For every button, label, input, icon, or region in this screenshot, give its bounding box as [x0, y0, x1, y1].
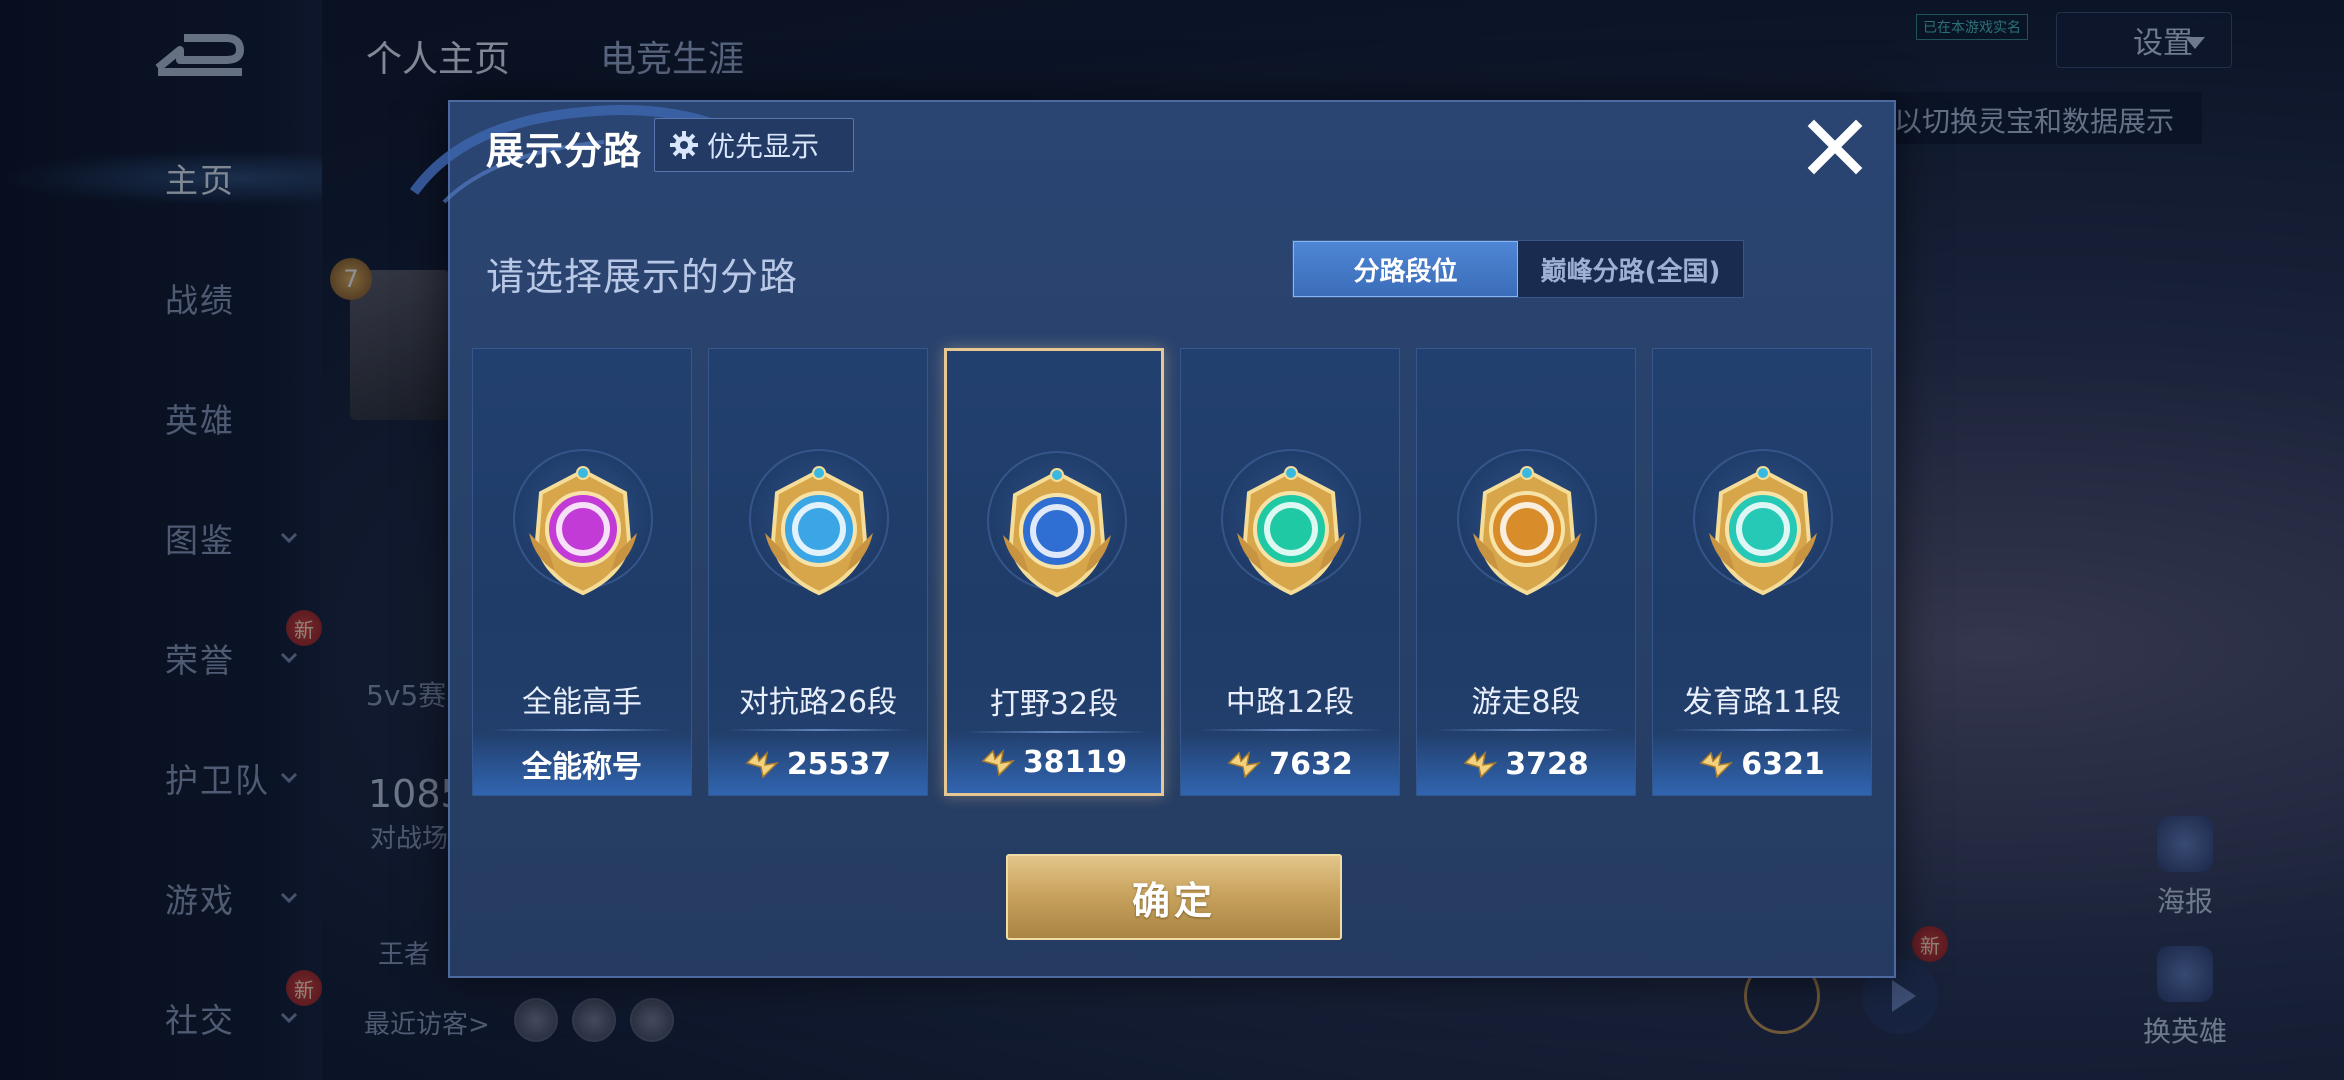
roam-emblem-icon	[1473, 466, 1581, 596]
versatile-emblem-icon	[529, 466, 637, 596]
clash-lane-emblem-icon	[765, 466, 873, 596]
farm-lane-emblem-icon	[1709, 466, 1817, 596]
segment-peak-lane-national[interactable]: 巅峰分路(全国)	[1518, 241, 1743, 297]
jungle-emblem-icon	[1003, 468, 1111, 598]
lane-score-value: 3728	[1505, 746, 1589, 782]
lane-score-value: 6321	[1741, 746, 1825, 782]
lane-name: 全能高手	[522, 685, 642, 720]
lane-display-dialog: 展示分路 优先显示 请选择展示的分路 分路段位 巅峰分路(全国) 全能高手全能称…	[409, 100, 1896, 978]
lane-card[interactable]: 打野32段 38119	[944, 348, 1164, 796]
lane-score-footer: 25537	[709, 733, 927, 795]
segment-lane-rank[interactable]: 分路段位	[1293, 241, 1518, 297]
priority-display-button[interactable]: 优先显示	[654, 118, 854, 172]
lane-card[interactable]: 中路12段 7632	[1180, 348, 1400, 796]
peak-points-icon	[981, 748, 1015, 777]
lane-card[interactable]: 游走8段 3728	[1416, 348, 1636, 796]
lane-mode-switch: 分路段位 巅峰分路(全国)	[1292, 240, 1744, 298]
gear-icon	[670, 131, 698, 159]
lane-card-list: 全能高手 全能称号 对抗路26段 25537 打野32段 38119 中路12段 7632 游走…	[472, 348, 1880, 796]
lane-score-value: 7632	[1269, 746, 1353, 782]
lane-name: 打野32段	[989, 687, 1119, 722]
confirm-button[interactable]: 确定	[1006, 854, 1342, 940]
dialog-title: 展示分路	[486, 129, 643, 173]
lane-name: 对抗路26段	[738, 685, 898, 720]
card-divider	[727, 729, 911, 731]
peak-points-icon	[1227, 750, 1262, 779]
lane-card[interactable]: 对抗路26段 25537	[708, 348, 928, 796]
lane-score-value: 25537	[786, 746, 892, 782]
peak-points-icon	[745, 750, 779, 779]
lane-score-value: 全能称号	[522, 750, 642, 785]
card-divider	[1199, 729, 1383, 731]
card-divider	[1435, 729, 1619, 731]
card-divider	[491, 729, 675, 731]
lane-name: 中路12段	[1225, 685, 1355, 720]
peak-points-icon	[1463, 750, 1498, 779]
lane-score-footer: 3728	[1417, 733, 1635, 795]
priority-display-label: 优先显示	[707, 130, 820, 163]
lane-name: 发育路11段	[1682, 685, 1842, 720]
lane-card[interactable]: 全能高手 全能称号	[472, 348, 692, 796]
lane-score-footer: 全能称号	[473, 733, 691, 795]
lane-score-footer: 38119	[947, 731, 1161, 793]
lane-card[interactable]: 发育路11段 6321	[1652, 348, 1872, 796]
mid-lane-emblem-icon	[1237, 466, 1345, 596]
close-icon[interactable]	[1804, 116, 1866, 178]
lane-score-footer: 6321	[1653, 733, 1871, 795]
card-divider	[1671, 729, 1855, 731]
lane-score-footer: 7632	[1181, 733, 1399, 795]
peak-points-icon	[1699, 750, 1734, 779]
lane-name: 游走8段	[1471, 685, 1581, 720]
lane-score-value: 38119	[1022, 744, 1128, 780]
select-lane-prompt: 请选择展示的分路	[486, 255, 799, 299]
